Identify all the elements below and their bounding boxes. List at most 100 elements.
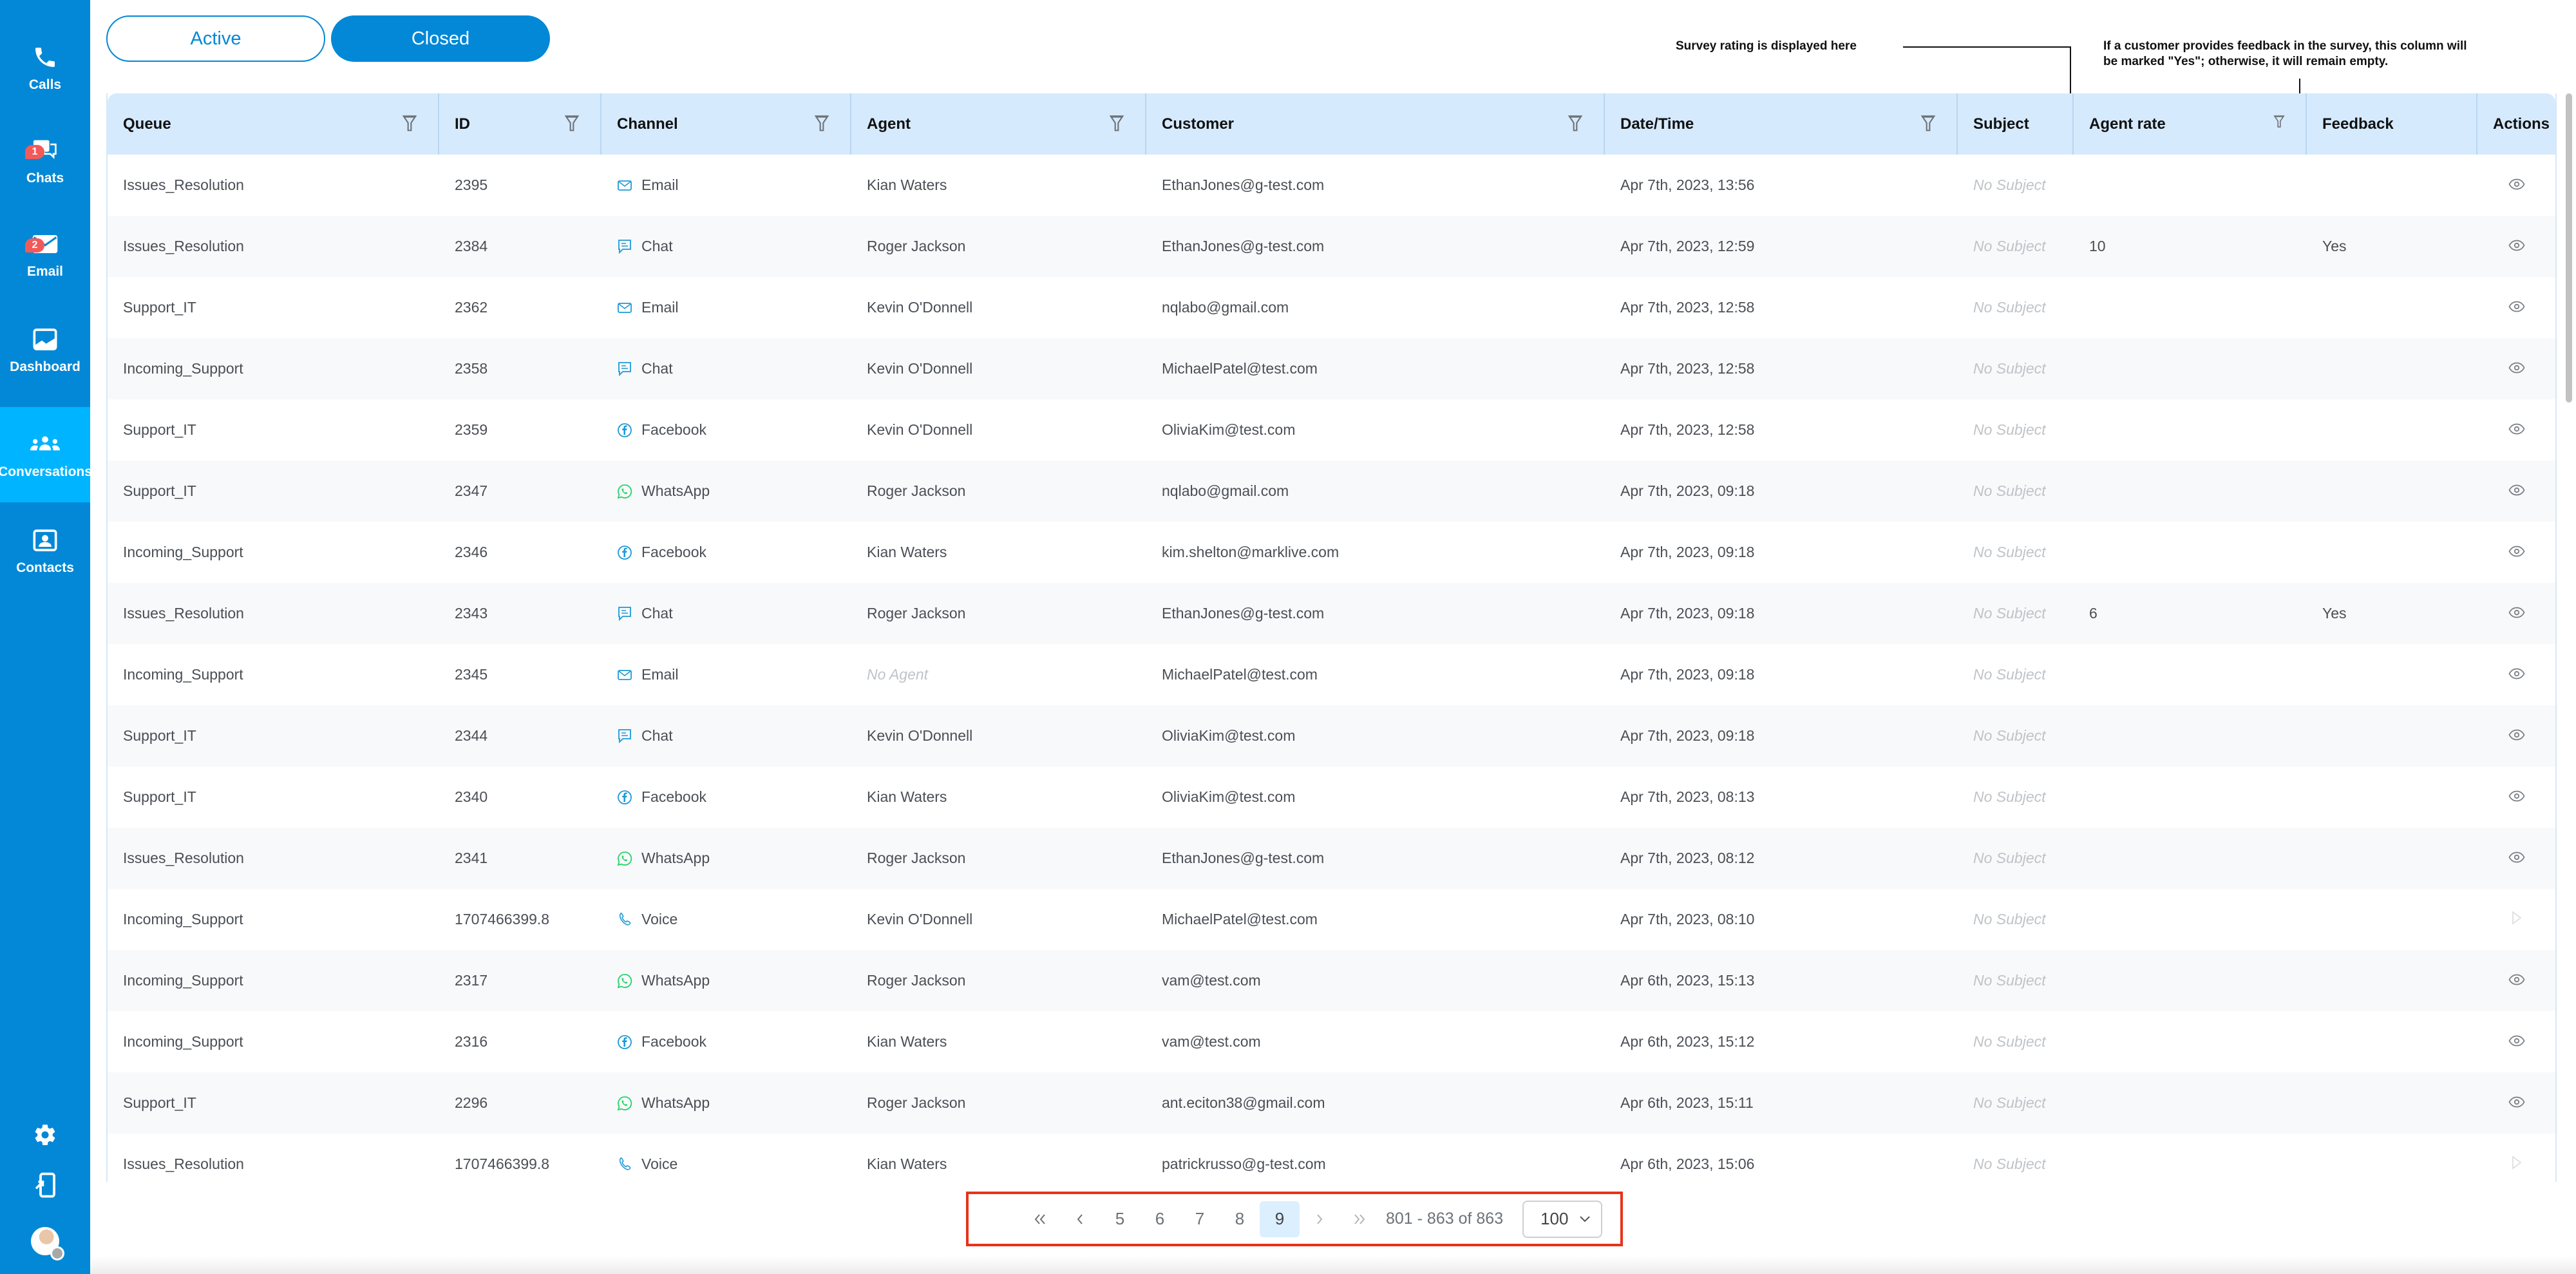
envelope-icon [617, 667, 632, 683]
view-icon[interactable] [2508, 972, 2525, 989]
table-row[interactable]: Support_IT 2296 WhatsApp Roger Jackson ant.e… [108, 1072, 2555, 1134]
page-button[interactable]: 8 [1220, 1201, 1260, 1237]
page-size-select[interactable]: 100 [1522, 1200, 1603, 1238]
cell-rate [2074, 889, 2307, 950]
sidebar-item-conversations[interactable]: Conversations [0, 407, 92, 502]
filter-icon[interactable] [1109, 115, 1124, 137]
sidebar-item-label: Email [26, 264, 64, 279]
view-icon[interactable] [2508, 360, 2525, 377]
logout-device-icon[interactable] [29, 1169, 61, 1201]
cell-actions [2477, 950, 2555, 1011]
column-header-agent-rate[interactable]: Agent rate [2074, 93, 2307, 155]
table-row[interactable]: Incoming_Support 2345 Email No Agent Michael… [108, 644, 2555, 705]
sidebar-item-contacts[interactable]: Contacts [0, 509, 90, 593]
column-header-queue[interactable]: Queue [108, 93, 439, 155]
filter-icon[interactable] [1567, 115, 1583, 137]
table-row[interactable]: Issues_Resolution 2343 Chat Roger Jackson Et… [108, 583, 2555, 644]
cell-queue: Support_IT [123, 482, 196, 499]
column-header-customer[interactable]: Customer [1146, 93, 1605, 155]
view-icon[interactable] [2508, 1094, 2525, 1112]
column-header-subject[interactable]: Subject [1958, 93, 2074, 155]
view-icon[interactable] [2508, 544, 2525, 561]
channel-label: Chat [641, 360, 673, 377]
next-page-button[interactable] [1300, 1201, 1340, 1237]
column-header-actions[interactable]: Actions [2477, 93, 2555, 155]
view-icon[interactable] [2508, 482, 2525, 500]
table-row[interactable]: Support_IT 2347 WhatsApp Roger Jackson nqlab… [108, 461, 2555, 522]
table-row[interactable]: Support_IT 2362 Email Kevin O'Donnell nqlabo… [108, 277, 2555, 338]
filter-icon[interactable] [2273, 115, 2285, 133]
column-header-id[interactable]: ID [439, 93, 601, 155]
cell-queue: Issues_Resolution [123, 1155, 244, 1172]
column-header-label: Subject [1973, 115, 2029, 133]
table-row[interactable]: Issues_Resolution 2384 Chat Roger Jackson Et… [108, 216, 2555, 277]
vertical-scrollbar[interactable] [2566, 93, 2572, 403]
cell-datetime: Apr 6th, 2023, 15:12 [1620, 1033, 1755, 1050]
channel-label: Facebook [641, 544, 707, 560]
avatar[interactable] [31, 1227, 64, 1260]
filter-icon[interactable] [1920, 115, 1936, 137]
table-row[interactable]: Support_IT 2344 Chat Kevin O'Donnell OliviaK… [108, 705, 2555, 766]
active-tab-button[interactable]: Active [106, 15, 325, 62]
sidebar-item-chats[interactable]: 1 Chats [0, 119, 90, 203]
column-header-channel[interactable]: Channel [601, 93, 851, 155]
sidebar-item-calls[interactable]: Calls [0, 26, 90, 109]
cell-queue: Incoming_Support [123, 911, 243, 927]
page-button-current[interactable]: 9 [1260, 1201, 1300, 1237]
cell-subject: No Subject [1973, 1033, 2046, 1050]
prev-page-button[interactable] [1060, 1201, 1100, 1237]
cell-queue: Incoming_Support [123, 972, 243, 989]
last-page-button[interactable] [1340, 1201, 1379, 1237]
view-icon[interactable] [2508, 605, 2525, 622]
column-header-date-time[interactable]: Date/Time [1605, 93, 1958, 155]
cell-feedback [2307, 1134, 2477, 1182]
view-icon[interactable] [2508, 299, 2525, 316]
cell-subject: No Subject [1973, 482, 2046, 499]
footer-shade [90, 1256, 2576, 1274]
table-row[interactable]: Incoming_Support 2317 WhatsApp Roger Jackso… [108, 950, 2555, 1011]
table-row[interactable]: Incoming_Support 2358 Chat Kevin O'Donnell M… [108, 338, 2555, 399]
sidebar-item-label: Contacts [16, 560, 74, 575]
page-button[interactable]: 7 [1180, 1201, 1220, 1237]
table-row[interactable]: Issues_Resolution 1707466399.8 Voice Kian W… [108, 1134, 2555, 1182]
cell-agent: Kian Waters [867, 544, 947, 560]
cell-subject: No Subject [1973, 176, 2046, 193]
sidebar-item-email[interactable]: 2 Email [0, 213, 90, 296]
cell-channel: WhatsApp [601, 1072, 851, 1134]
view-icon[interactable] [2508, 727, 2525, 745]
view-icon[interactable] [2508, 788, 2525, 806]
gear-icon[interactable] [29, 1119, 61, 1151]
closed-tab-button[interactable]: Closed [331, 15, 550, 62]
chat-icon [617, 239, 632, 254]
chats-badge: 1 [25, 145, 44, 159]
table-row[interactable]: Support_IT 2359 Facebook Kevin O'Donnell Oli… [108, 399, 2555, 461]
cell-id: 2340 [455, 788, 488, 805]
column-header-agent[interactable]: Agent [851, 93, 1146, 155]
page-button[interactable]: 6 [1140, 1201, 1180, 1237]
filter-icon[interactable] [814, 115, 829, 137]
view-icon[interactable] [2508, 850, 2525, 867]
cell-datetime: Apr 7th, 2023, 13:56 [1620, 176, 1755, 193]
view-icon[interactable] [2508, 1033, 2525, 1051]
view-icon[interactable] [2508, 421, 2525, 439]
table-row[interactable]: Issues_Resolution 2395 Email Kian Waters Eth… [108, 155, 2555, 216]
column-header-feedback[interactable]: Feedback [2307, 93, 2477, 155]
view-icon[interactable] [2508, 666, 2525, 683]
first-page-button[interactable] [1020, 1201, 1060, 1237]
cell-datetime: Apr 7th, 2023, 09:18 [1620, 666, 1755, 683]
table-row[interactable]: Incoming_Support 1707466399.8 Voice Kevin O… [108, 889, 2555, 950]
table-row[interactable]: Incoming_Support 2346 Facebook Kian Waters k… [108, 522, 2555, 583]
page-button[interactable]: 5 [1100, 1201, 1140, 1237]
sidebar-item-dashboard[interactable]: Dashboard [0, 308, 90, 392]
cell-channel: Email [601, 277, 851, 338]
cell-feedback [2307, 828, 2477, 889]
view-icon[interactable] [2508, 176, 2525, 194]
table-row[interactable]: Incoming_Support 2316 Facebook Kian Waters v… [108, 1011, 2555, 1072]
view-icon[interactable] [2508, 238, 2525, 255]
play-recording-icon[interactable] [2511, 910, 2523, 929]
filter-icon[interactable] [402, 115, 417, 137]
play-recording-icon[interactable] [2511, 1155, 2523, 1174]
table-row[interactable]: Support_IT 2340 Facebook Kian Waters OliviaK… [108, 766, 2555, 828]
filter-icon[interactable] [564, 115, 580, 137]
table-row[interactable]: Issues_Resolution 2341 WhatsApp Roger Jacks… [108, 828, 2555, 889]
